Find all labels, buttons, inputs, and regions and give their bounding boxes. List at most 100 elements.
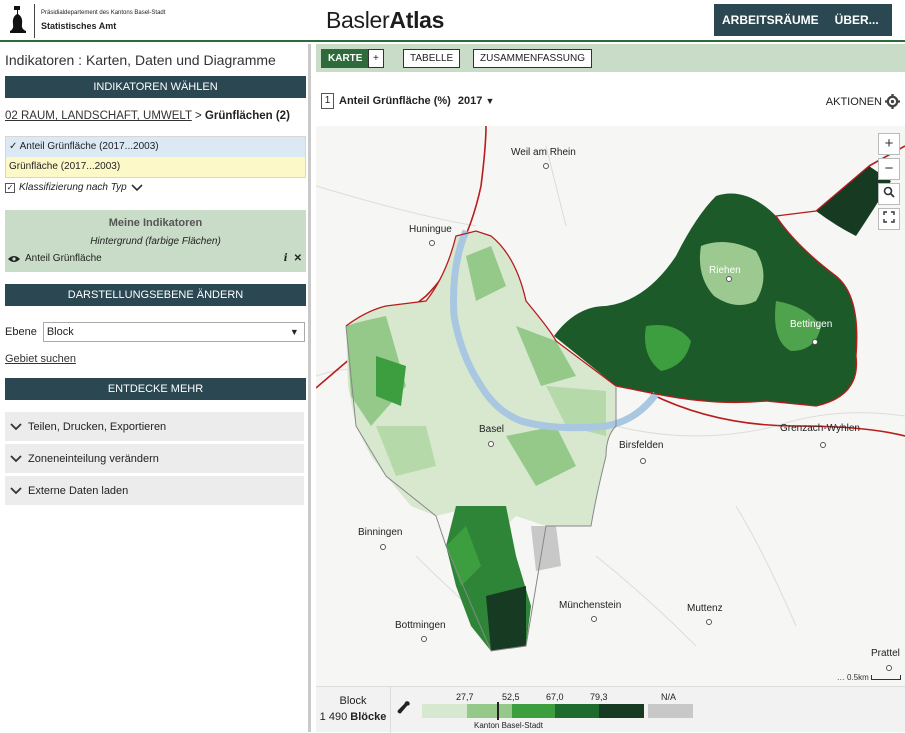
accordion-change-zones[interactable]: Zoneneinteilung verändern <box>5 444 304 473</box>
actions-label: AKTIONEN <box>825 95 882 108</box>
department-name: Präsidialdepartement des Kantons Basel-S… <box>41 10 166 16</box>
nav-workspaces[interactable]: ARBEITSRÄUME <box>714 13 827 27</box>
user-icon[interactable] <box>887 12 905 28</box>
my-indicators-title: Meine Indikatoren <box>108 217 203 229</box>
legend-level: Block <box>339 695 367 707</box>
choose-indicators-bar[interactable]: INDIKATOREN WÄHLEN <box>5 76 306 98</box>
legend-count: 1 490 Blöcke <box>316 711 390 723</box>
left-panel: Indikatoren : Karten, Daten und Diagramm… <box>0 44 311 732</box>
map-canvas[interactable]: Weil am Rhein Huningue Riehen Bettingen … <box>316 126 905 686</box>
basel-crest-icon <box>10 6 26 33</box>
discover-more-bar[interactable]: ENTDECKE MEHR <box>5 378 306 400</box>
year-caret-icon[interactable]: ▼ <box>485 96 494 106</box>
nav-about[interactable]: ÜBER... <box>827 13 887 27</box>
panel-title: Indikatoren : Karten, Daten und Diagramm… <box>5 52 276 68</box>
legend-break-label: 67,0 <box>546 692 564 702</box>
statistik-logo[interactable]: Präsidialdepartement des Kantons Basel-S… <box>6 4 165 38</box>
my-indicator-label: Anteil Grünfläche <box>25 253 102 264</box>
tab-add[interactable]: + <box>368 49 384 68</box>
legend-break-label: 52,5 <box>502 692 520 702</box>
breadcrumb: 02 RAUM, LANDSCHAFT, UMWELT > Grünfläche… <box>5 110 290 122</box>
level-row: Ebene Block ▼ <box>5 322 305 342</box>
accordion-label: Externe Daten laden <box>28 484 129 497</box>
my-indicators-subtitle: Hintergrund (farbige Flächen) <box>90 236 221 247</box>
close-icon[interactable]: ✕ <box>294 253 302 264</box>
legend-region-marker <box>497 702 499 720</box>
place-label-pratteln: Prattel <box>871 648 900 659</box>
accordion-label: Zoneneinteilung verändern <box>28 452 159 465</box>
scale-label: 0.5km <box>846 673 869 682</box>
zoom-out-button[interactable]: − <box>878 158 900 180</box>
indicator-title[interactable]: Anteil Grünfläche (%) 2017 ▼ <box>339 95 494 107</box>
legend-swatch <box>555 704 599 718</box>
legend-count-unit: Blöcke <box>350 711 387 723</box>
legend-bar: Block 1 490 Blöcke 27,7 52,5 67,0 79,3 N… <box>316 686 905 733</box>
classification-label: Klassifizierung nach Typ <box>19 182 127 193</box>
my-indicators-box: Meine Indikatoren Hintergrund (farbige F… <box>5 210 306 272</box>
chevron-down-icon <box>10 454 22 462</box>
tab-table[interactable]: TABELLE <box>403 49 461 68</box>
classification-toggle[interactable]: ✓ Klassifizierung nach Typ <box>5 182 143 193</box>
accordion-share-print-export[interactable]: Teilen, Drucken, Exportieren <box>5 412 304 441</box>
legend-swatch <box>599 704 644 718</box>
accordion-external-data[interactable]: Externe Daten laden <box>5 476 304 505</box>
legend-na-swatch <box>648 704 693 718</box>
place-label-basel: Basel <box>479 424 505 435</box>
indicator-number: 1 <box>321 93 334 109</box>
place-label-binningen: Binningen <box>358 527 403 538</box>
indicator-list: ✓ Anteil Grünfläche (2017...2003) Grünfl… <box>5 136 306 178</box>
place-label-muenchenstein: Münchenstein <box>559 600 622 611</box>
legend-break-label: 27,7 <box>456 692 474 702</box>
actions-button[interactable]: AKTIONEN <box>826 94 900 109</box>
chevron-down-icon <box>10 422 22 430</box>
info-icon[interactable]: i <box>284 253 288 264</box>
change-level-bar[interactable]: DARSTELLUNGSEBENE ÄNDERN <box>5 284 306 306</box>
fullscreen-icon[interactable] <box>878 208 900 230</box>
place-label-huningue: Huningue <box>409 224 452 235</box>
legend-swatch <box>422 704 467 718</box>
legend-region-label: Kanton Basel-Stadt <box>474 721 543 730</box>
legend-na-label: N/A <box>661 692 677 702</box>
indicator-header: 1 Anteil Grünfläche (%) 2017 ▼ AKTIONEN <box>316 72 905 126</box>
year-selector[interactable]: 2017 <box>458 95 482 107</box>
level-label: Ebene <box>5 326 37 338</box>
tab-summary[interactable]: ZUSAMMENFASSUNG <box>473 49 593 68</box>
legend-count-number: 1 490 <box>319 711 348 723</box>
breadcrumb-link[interactable]: 02 RAUM, LANDSCHAFT, UMWELT <box>5 110 192 122</box>
app-header: Präsidialdepartement des Kantons Basel-S… <box>0 0 905 42</box>
top-navigation: ARBEITSRÄUME ÜBER... <box>714 4 905 36</box>
brand-light: Basler <box>326 7 390 33</box>
breadcrumb-current: Grünflächen (2) <box>204 110 290 122</box>
logo-divider <box>34 4 35 38</box>
chevron-down-icon[interactable] <box>131 183 143 192</box>
wrench-icon[interactable] <box>396 700 411 719</box>
office-name: Statistisches Amt <box>41 21 117 31</box>
place-label-bottmingen: Bottmingen <box>395 620 446 631</box>
dropdown-caret-icon: ▼ <box>289 327 299 337</box>
eye-icon[interactable] <box>8 255 20 263</box>
app-brand: BaslerAtlas <box>326 7 444 34</box>
chevron-down-icon <box>10 486 22 494</box>
accordion-label: Teilen, Drucken, Exportieren <box>28 420 167 433</box>
tab-map[interactable]: KARTE <box>321 49 370 68</box>
place-label-muttenz: Muttenz <box>687 603 723 614</box>
indicator-item[interactable]: ✓ Anteil Grünfläche (2017...2003) <box>6 137 305 157</box>
my-indicator-row: Anteil Grünfläche i ✕ <box>8 253 302 264</box>
legend-summary: Block 1 490 Blöcke <box>316 687 391 733</box>
legend-swatch <box>512 704 555 718</box>
search-icon[interactable] <box>878 183 900 205</box>
legend-swatch <box>467 704 512 718</box>
gear-icon <box>885 94 900 109</box>
map-scale: … 0.5km <box>837 673 901 682</box>
area-search-link[interactable]: Gebiet suchen <box>5 353 76 365</box>
place-label-riehen: Riehen <box>709 265 741 276</box>
brand-bold: Atlas <box>389 7 445 33</box>
breadcrumb-separator: > <box>195 110 202 122</box>
indicator-item[interactable]: Grünfläche (2017...2003) <box>6 157 305 177</box>
place-label-grenzach: Grenzach-Wyhlen <box>780 423 860 434</box>
level-select[interactable]: Block ▼ <box>42 322 305 342</box>
zoom-in-button[interactable]: + <box>878 133 900 155</box>
legend-break-label: 79,3 <box>590 692 608 702</box>
map-tab-bar: KARTE + TABELLE ZUSAMMENFASSUNG <box>316 44 905 72</box>
checkbox-checked[interactable]: ✓ <box>5 182 15 193</box>
